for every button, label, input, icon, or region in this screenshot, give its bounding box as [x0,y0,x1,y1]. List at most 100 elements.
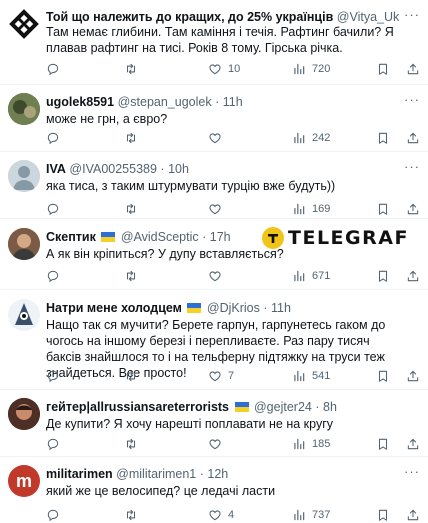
telegraf-logo-icon [262,227,284,249]
timestamp[interactable]: 12h [207,467,228,481]
share-button[interactable] [406,61,420,77]
more-icon[interactable]: ··· [404,464,420,479]
like-button[interactable] [208,201,222,217]
avatar[interactable] [8,160,40,192]
display-name[interactable]: militarimen [46,467,113,481]
views-button[interactable]: 242 [292,130,330,146]
reply-button[interactable] [46,368,60,384]
tweet[interactable]: Той що належить до кращих, до 25% україн… [0,0,428,85]
views-count: 671 [312,270,331,282]
reply-button[interactable] [46,436,60,452]
timestamp[interactable]: 17h [210,230,231,244]
display-name[interactable]: ugolek8591 [46,95,114,109]
reply-button[interactable] [46,268,60,284]
views-icon [292,508,306,522]
user-handle[interactable]: @stepan_ugolek [118,95,212,109]
tweet[interactable]: m militarimen @militarimen1 · 12h ··· як… [0,457,428,518]
share-button[interactable] [406,368,420,384]
like-button[interactable]: 7 [208,368,234,384]
user-handle[interactable]: @gejter24 [254,400,312,414]
cartoon-avatar-icon [8,299,40,331]
bookmark-button[interactable] [376,368,390,384]
avatar[interactable] [8,228,40,260]
share-button[interactable] [406,436,420,452]
like-button[interactable]: 4 [208,507,234,523]
like-icon [208,369,222,383]
like-button[interactable] [208,130,222,146]
share-icon [406,437,420,451]
views-button[interactable]: 541 [292,368,330,384]
display-name[interactable]: Натри мене холодцем [46,301,182,315]
share-button[interactable] [406,201,420,217]
views-button[interactable]: 720 [292,61,330,77]
reply-icon [46,437,60,451]
tweet[interactable]: гейтер|allrussiansareterrorists @gejter2… [0,390,428,457]
avatar[interactable] [8,93,40,125]
bookmark-button[interactable] [376,268,390,284]
views-button[interactable]: 671 [292,268,330,284]
views-button[interactable]: 737 [292,507,330,523]
reply-button[interactable] [46,201,60,217]
retweet-button[interactable] [124,268,138,284]
reply-icon [46,269,60,283]
retweet-icon [124,269,138,283]
retweet-button[interactable] [124,368,138,384]
avatar[interactable] [8,299,40,331]
timestamp[interactable]: 11h [223,95,243,109]
bookmark-button[interactable] [376,507,390,523]
share-icon [406,62,420,76]
avatar-letter: m [15,471,32,491]
display-name[interactable]: Той що належить до кращих, до 25% україн… [46,10,333,24]
like-button[interactable] [208,268,222,284]
avatar[interactable]: m [8,465,40,497]
bookmark-button[interactable] [376,201,390,217]
retweet-button[interactable] [124,507,138,523]
reply-button[interactable] [46,507,60,523]
avatar[interactable] [8,398,40,430]
retweet-button[interactable] [124,436,138,452]
retweet-button[interactable] [124,201,138,217]
action-bar: 671 [46,268,420,284]
user-handle[interactable]: @IVA00255389 [69,162,157,176]
views-button[interactable]: 169 [292,201,330,217]
more-icon[interactable]: ··· [404,7,420,22]
more-icon[interactable]: ··· [404,159,420,174]
like-button[interactable]: 10 [208,61,240,77]
ukraine-flag-icon [187,303,202,313]
more-icon[interactable]: ··· [404,92,420,107]
tweet-header: militarimen @militarimen1 · 12h [46,466,400,482]
bookmark-button[interactable] [376,130,390,146]
display-name[interactable]: Скептик [46,230,96,244]
retweet-button[interactable] [124,130,138,146]
share-button[interactable] [406,268,420,284]
timestamp[interactable]: 11h [271,301,291,315]
reply-icon [46,131,60,145]
bookmark-button[interactable] [376,436,390,452]
share-button[interactable] [406,507,420,523]
tweet[interactable]: ugolek8591 @stepan_ugolek · 11h ··· може… [0,85,428,152]
like-icon [208,437,222,451]
timestamp[interactable]: 10h [168,162,189,176]
user-handle[interactable]: @AvidSceptic [121,230,199,244]
user-handle[interactable]: @DjKrios [207,301,260,315]
share-button[interactable] [406,130,420,146]
tweet-text: Де купити? Я хочу нарешті поплавати не н… [46,417,334,431]
separator-dot: · [215,95,220,109]
default-avatar-icon [8,160,40,192]
display-name[interactable]: гейтер|allrussiansareterrorists [46,400,229,414]
avatar[interactable] [8,8,40,40]
reply-button[interactable] [46,61,66,77]
bookmark-button[interactable] [376,61,390,77]
retweet-button[interactable] [124,61,144,77]
user-handle[interactable]: @militarimen1 [116,467,196,481]
user-handle[interactable]: @Vitya_Ukraine [337,10,400,24]
timestamp[interactable]: 8h [323,400,337,414]
display-name[interactable]: IVA [46,162,66,176]
reply-button[interactable] [46,130,60,146]
tweet[interactable]: IVA @IVA00255389 · 10h ··· яка тиса, з т… [0,152,428,219]
like-button[interactable] [208,436,222,452]
separator-dot: · [315,400,320,414]
views-button[interactable]: 185 [292,436,330,452]
retweet-icon [124,131,138,145]
tweet[interactable]: Натри мене холодцем @DjKrios · 11h Нащо … [0,291,428,390]
